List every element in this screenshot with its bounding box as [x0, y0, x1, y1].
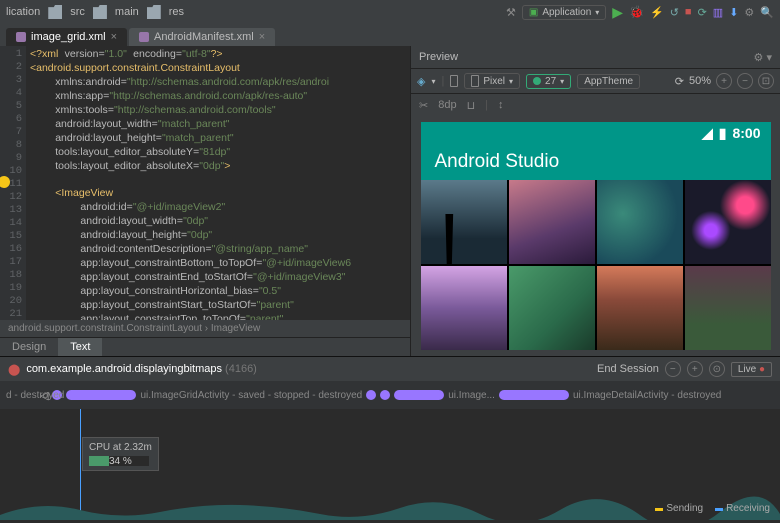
phone-screen: ◢ ▮ 8:00 Android Studio: [421, 122, 771, 350]
process-name[interactable]: com.example.android.displayingbitmaps (4…: [26, 363, 257, 375]
attach-debugger-icon[interactable]: ↺: [670, 6, 679, 19]
run-icon[interactable]: ▶: [612, 4, 623, 21]
event-label: ui.ImageGridActivity - saved - stopped -…: [140, 390, 362, 401]
debug-icon[interactable]: 🐞: [629, 5, 644, 19]
app-label: lication: [6, 6, 40, 18]
device-frame: ◢ ▮ 8:00 Android Studio: [411, 116, 780, 356]
profiler-panel: ⬤ com.example.android.displayingbitmaps …: [0, 356, 780, 520]
app-title-bar: Android Studio: [421, 144, 771, 180]
align-icon[interactable]: ↕: [498, 99, 504, 111]
palette-icon[interactable]: ◈: [417, 75, 425, 88]
grid-image[interactable]: [597, 180, 683, 264]
xml-file-icon: [139, 32, 149, 42]
tab-text[interactable]: Text: [58, 338, 102, 356]
folder-icon: [48, 5, 62, 19]
battery-icon: ▮: [719, 125, 727, 142]
settings-icon[interactable]: ⚙: [744, 6, 754, 19]
zoom-value: 50%: [689, 75, 711, 87]
lightbulb-icon[interactable]: [0, 176, 10, 188]
code-editor-panel: 123456789101112131415161718192021222324 …: [0, 46, 410, 356]
live-toggle[interactable]: Live ●: [731, 362, 772, 377]
grid-image[interactable]: [685, 180, 771, 264]
grid-image[interactable]: [421, 266, 507, 350]
tab-image-grid[interactable]: image_grid.xml ×: [6, 28, 127, 46]
breadcrumb-bar[interactable]: android.support.constraint.ConstraintLay…: [0, 320, 410, 337]
zoom-reset-icon[interactable]: ⊙: [709, 361, 725, 377]
code-area[interactable]: 123456789101112131415161718192021222324 …: [0, 46, 410, 320]
wifi-icon: ◢: [702, 125, 713, 142]
zoom-out-icon[interactable]: −: [665, 361, 681, 377]
editor-mode-tabs: Design Text: [0, 337, 410, 356]
profiler-header: ⬤ com.example.android.displayingbitmaps …: [0, 357, 780, 381]
main-split: 123456789101112131415161718192021222324 …: [0, 46, 780, 356]
grid-image[interactable]: [421, 180, 507, 264]
image-grid: [421, 180, 771, 350]
slice-icon[interactable]: ✂: [419, 99, 428, 112]
zoom-out-icon[interactable]: −: [737, 73, 753, 89]
orientation-icon[interactable]: [450, 75, 458, 87]
folder-icon: [147, 5, 161, 19]
editor-tabs: image_grid.xml × AndroidManifest.xml ×: [0, 24, 780, 46]
theme-dropdown[interactable]: AppTheme: [577, 74, 640, 89]
preview-settings-icon[interactable]: ⚙ ▾: [754, 51, 772, 64]
zoom-fit-icon[interactable]: ⊡: [758, 73, 774, 89]
line-gutter: 123456789101112131415161718192021222324: [0, 46, 26, 320]
grid-image[interactable]: [509, 180, 595, 264]
preview-toolbar: ◈ ▾ | Pixel ▾ 27 ▾ AppTheme ⟳ 50% + −: [411, 68, 780, 94]
timeline-row-label: d - destroyed: [6, 390, 64, 401]
timeline-event[interactable]: [499, 390, 569, 400]
tab-design[interactable]: Design: [0, 338, 58, 356]
refresh-icon[interactable]: ⟳: [675, 75, 684, 88]
run-config-dropdown[interactable]: ▣ Application ▾: [522, 5, 606, 20]
top-toolbar: lication src main res ⚒ ▣ Application ▾ …: [0, 0, 780, 24]
folder-icon: [93, 5, 107, 19]
timeline-event[interactable]: [366, 390, 376, 400]
tab-label: image_grid.xml: [31, 31, 106, 43]
breadcrumb-main[interactable]: main: [115, 6, 139, 18]
grid-image[interactable]: [509, 266, 595, 350]
event-label: ui.ImageDetailActivity - destroyed: [573, 390, 721, 401]
sdk-icon[interactable]: ⬇: [729, 6, 738, 19]
preview-toolbar-2: ✂ 8dp ⊔ | ↕: [411, 94, 780, 116]
end-session-button[interactable]: End Session: [597, 363, 659, 375]
tab-manifest[interactable]: AndroidManifest.xml ×: [129, 28, 275, 46]
clock: 8:00: [732, 125, 760, 141]
api-dropdown[interactable]: 27 ▾: [526, 74, 571, 89]
zoom-in-icon[interactable]: +: [716, 73, 732, 89]
spacing-value[interactable]: 8dp: [438, 99, 456, 111]
zoom-in-icon[interactable]: +: [687, 361, 703, 377]
timeline-events[interactable]: d - destroyed ◁ ui.ImageGridActivity - s…: [0, 381, 780, 409]
record-icon[interactable]: ⬤: [8, 363, 20, 376]
breadcrumb-src[interactable]: src: [70, 6, 85, 18]
build-hammer-icon[interactable]: ⚒: [506, 6, 516, 19]
android-statusbar: ◢ ▮ 8:00: [421, 122, 771, 144]
timeline-event[interactable]: [394, 390, 444, 400]
xml-file-icon: [16, 32, 26, 42]
breadcrumb-res[interactable]: res: [169, 6, 184, 18]
profile-icon[interactable]: ⚡: [650, 6, 664, 19]
search-icon[interactable]: 🔍: [760, 6, 774, 19]
grid-image[interactable]: [685, 266, 771, 350]
stop-icon[interactable]: ■: [685, 6, 692, 18]
close-icon[interactable]: ×: [259, 31, 265, 43]
close-icon[interactable]: ×: [111, 31, 117, 43]
chart-legend: Sending Receiving: [655, 503, 770, 514]
tab-label: AndroidManifest.xml: [154, 31, 254, 43]
preview-panel: Preview ⚙ ▾ ◈ ▾ | Pixel ▾ 27 ▾ AppTheme …: [410, 46, 780, 356]
magnet-icon[interactable]: ⊔: [467, 99, 476, 112]
cpu-tooltip: CPU at 2.32m 34 %: [82, 437, 159, 471]
preview-title: Preview: [419, 51, 458, 63]
grid-image[interactable]: [597, 266, 683, 350]
code-content[interactable]: <?xml version="1.0" encoding="utf-8"?> <…: [26, 46, 410, 320]
cpu-chart[interactable]: CPU at 2.32m 34 % Sending Receiving: [0, 409, 780, 520]
timeline-event[interactable]: [380, 390, 390, 400]
device-dropdown[interactable]: Pixel ▾: [464, 73, 520, 89]
avd-icon[interactable]: ▥: [713, 6, 723, 19]
sync-icon[interactable]: ⟳: [698, 6, 707, 19]
event-label: ui.Image...: [448, 390, 495, 401]
timeline-event[interactable]: [66, 390, 136, 400]
